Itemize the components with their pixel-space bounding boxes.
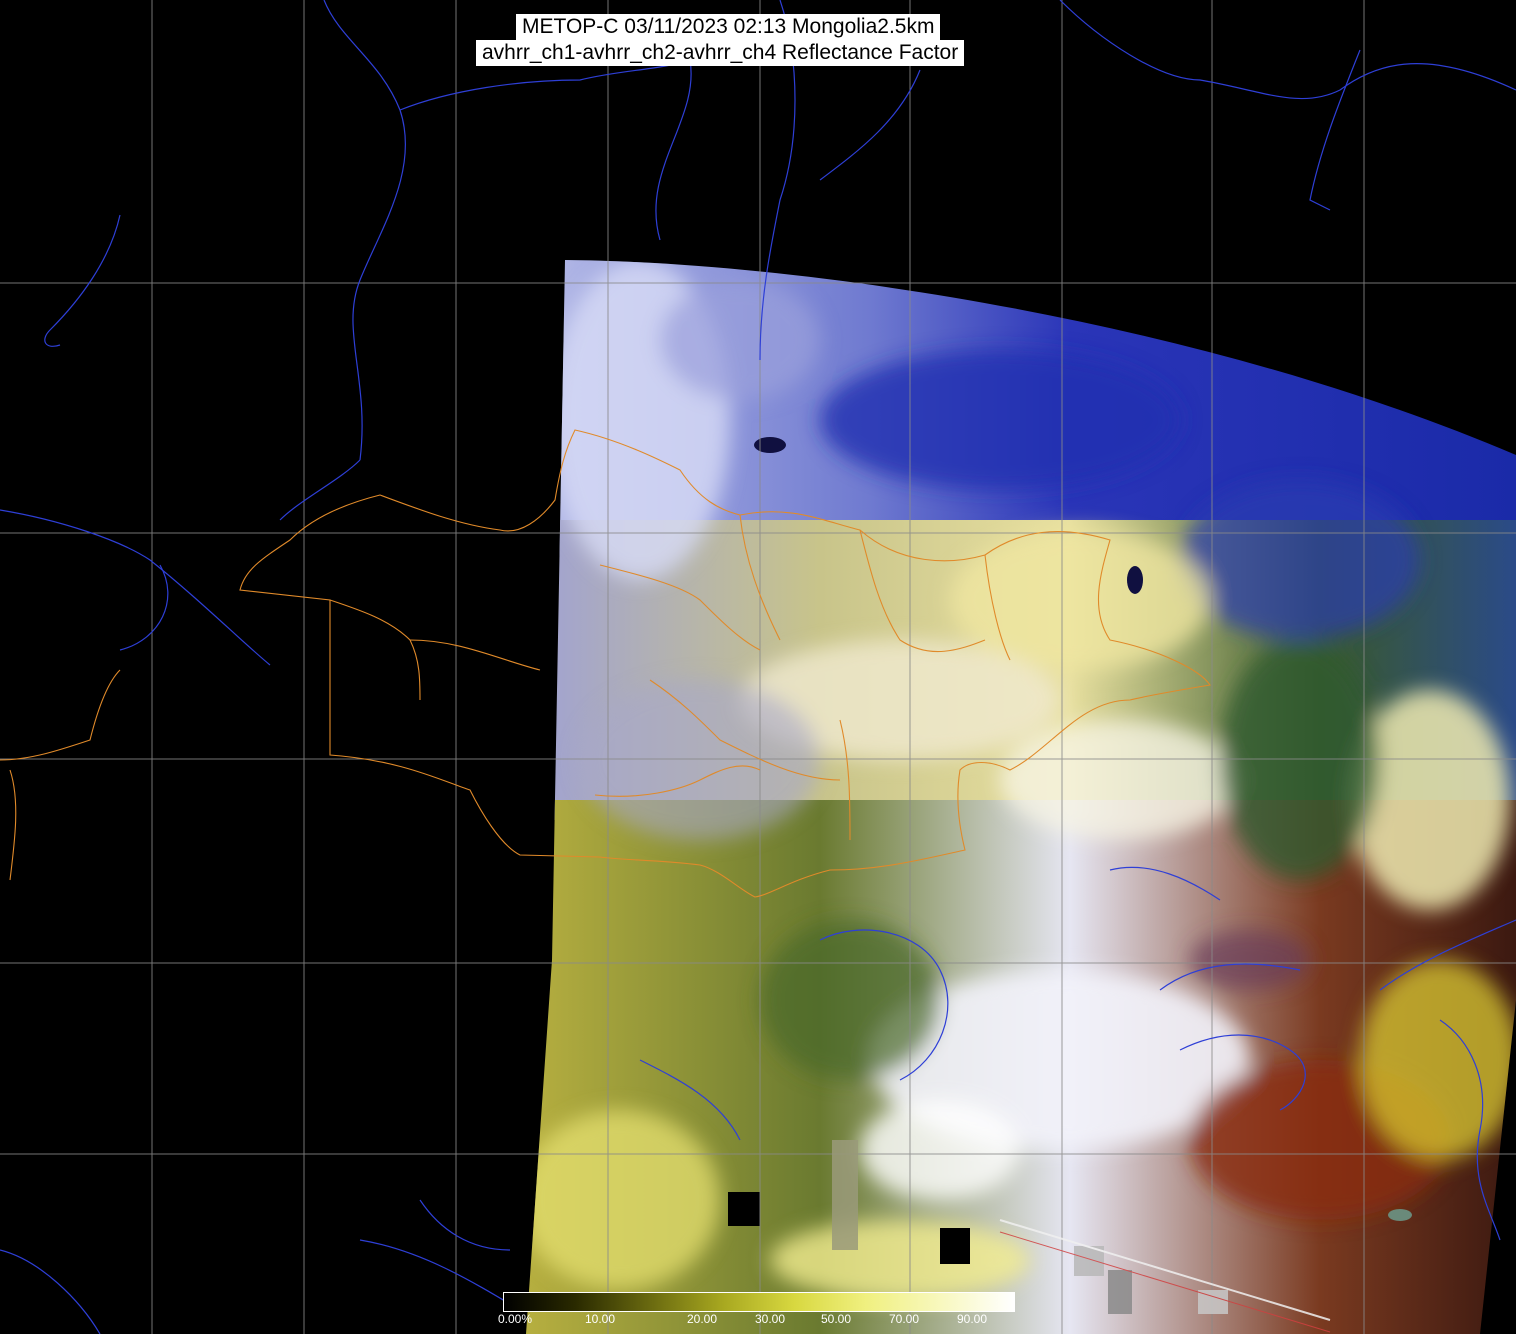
colorbar-tick-label: 10.00	[585, 1312, 616, 1326]
colorbar-tick-label: 50.00	[821, 1312, 852, 1326]
title-line-1: METOP-C 03/11/2023 02:13 Mongolia2.5km	[516, 14, 941, 40]
colorbar-tick-label: 20.00	[687, 1312, 718, 1326]
colorbar-tick-label: 90.00	[957, 1312, 988, 1326]
colorbar-tick-label: 0.00%	[498, 1312, 533, 1326]
satellite-swath	[526, 260, 1516, 1334]
colorbar: 0.00% 10.00 20.00 30.00 50.00 70.00 90.0…	[498, 1292, 1015, 1334]
colorbar-gradient	[503, 1292, 1015, 1312]
satellite-map	[0, 0, 1516, 1334]
colorbar-tick-label: 70.00	[889, 1312, 920, 1326]
title-line-2: avhrr_ch1-avhrr_ch2-avhrr_ch4 Reflectanc…	[476, 40, 965, 66]
colorbar-tick-label: 30.00	[755, 1312, 786, 1326]
